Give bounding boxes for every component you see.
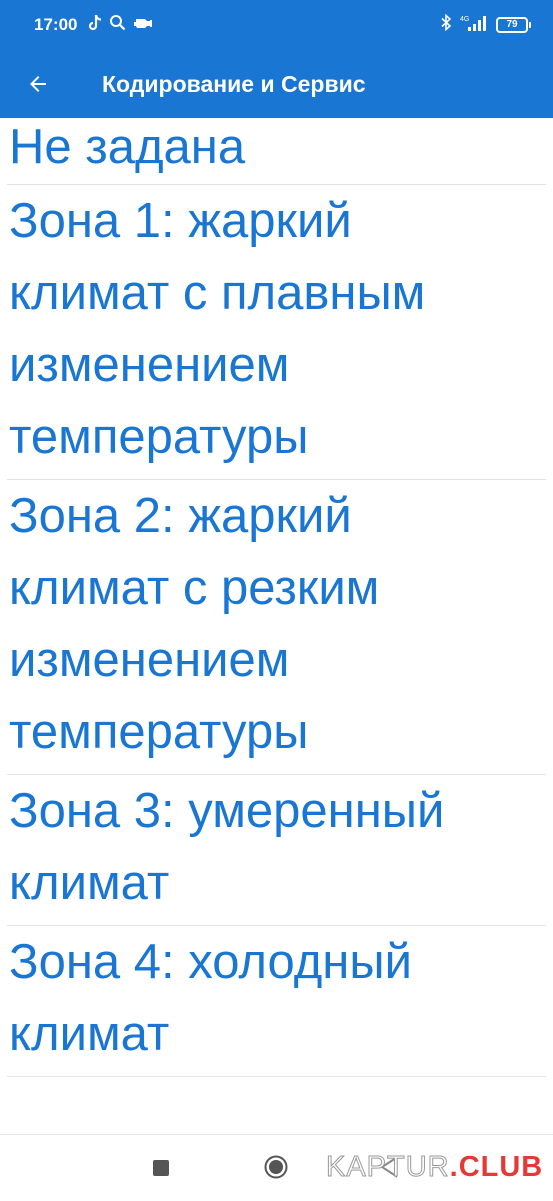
back-button[interactable] bbox=[0, 50, 76, 118]
list-item-text: климат с резким bbox=[9, 561, 380, 615]
list-item-text: температуры bbox=[9, 410, 309, 464]
list-item-text: изменением bbox=[9, 633, 290, 687]
list-item-text: Зона 4: холодный bbox=[9, 935, 412, 989]
app-bar: Кодирование и Сервис bbox=[0, 50, 553, 118]
tiktok-icon bbox=[87, 14, 103, 37]
status-bar: 17:00 4G 79 bbox=[0, 0, 553, 50]
list-item[interactable]: Зона 3: умеренный климат bbox=[7, 775, 546, 926]
home-icon[interactable] bbox=[264, 1155, 288, 1179]
watermark-logo: KAPTUR.CLUB bbox=[326, 1150, 543, 1184]
network-type: 4G bbox=[460, 16, 469, 23]
battery-level: 79 bbox=[496, 17, 528, 33]
system-icons: 4G 79 bbox=[440, 13, 531, 37]
climate-zone-list: Не задана Зона 1: жаркий климат с плавным и… bbox=[0, 118, 553, 1077]
list-item-text: климат с плавным bbox=[9, 266, 426, 320]
list-item-text: Зона 1: жаркий bbox=[9, 194, 352, 248]
watermark-name: KAPTUR bbox=[326, 1151, 450, 1184]
list-item-text: Не задана bbox=[9, 120, 246, 174]
bluetooth-icon bbox=[440, 13, 452, 36]
notification-icons bbox=[87, 14, 154, 37]
list-item[interactable]: Зона 4: холодный климат bbox=[7, 926, 546, 1077]
signal-icon: 4G bbox=[460, 14, 488, 37]
battery-icon: 79 bbox=[496, 17, 531, 33]
list-item-text: Зона 2: жаркий bbox=[9, 489, 352, 543]
list-item-text: климат bbox=[9, 856, 170, 910]
car-engine-icon bbox=[132, 16, 154, 35]
arrow-back-icon bbox=[30, 76, 46, 92]
status-time: 17:00 bbox=[34, 15, 78, 34]
list-item-text: Зона 3: умеренный bbox=[9, 784, 445, 838]
list-item-text: изменением bbox=[9, 338, 290, 392]
page-title: Кодирование и Сервис bbox=[102, 70, 366, 97]
list-item-text: температуры bbox=[9, 705, 309, 759]
search-icon bbox=[109, 14, 126, 36]
watermark-tld: .CLUB bbox=[449, 1151, 544, 1183]
list-item[interactable]: Зона 1: жаркий климат с плавным изменением… bbox=[7, 185, 546, 480]
list-item[interactable]: Зона 2: жаркий климат с резким изменением т… bbox=[7, 480, 546, 775]
list-item[interactable]: Не задана bbox=[7, 118, 546, 185]
recents-icon[interactable] bbox=[153, 1160, 169, 1176]
list-item-text: климат bbox=[9, 1007, 170, 1061]
